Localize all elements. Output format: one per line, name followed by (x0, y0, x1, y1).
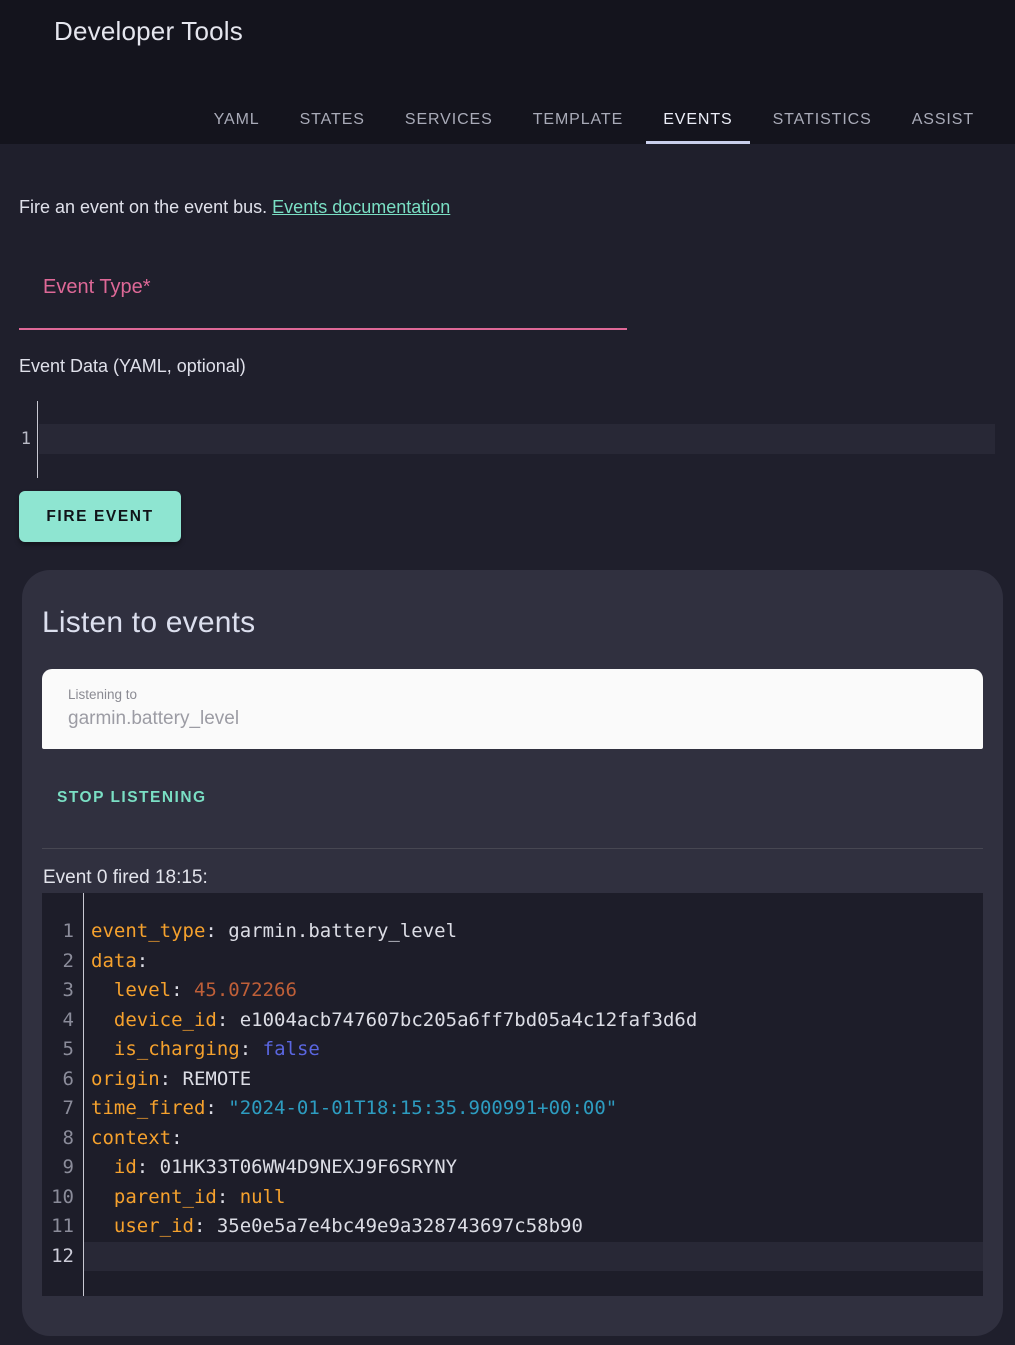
event-type-field[interactable]: Event Type* (19, 256, 627, 330)
code-line: 11 user_id: 35e0e5a7e4bc49e9a328743697c5… (42, 1212, 983, 1242)
code-text: time_fired: "2024-01-01T18:15:35.900991+… (84, 1094, 983, 1124)
code-line: 7 time_fired: "2024-01-01T18:15:35.900991… (42, 1094, 983, 1124)
fire-event-button[interactable]: FIRE EVENT (19, 491, 181, 542)
listening-to-value: garmin.battery_level (68, 708, 239, 730)
code-text: data: (84, 947, 983, 977)
code-line: 3 level: 45.072266 (42, 976, 983, 1006)
line-number: 4 (42, 1006, 74, 1036)
code-text: event_type: garmin.battery_level (84, 917, 983, 947)
tab-events[interactable]: EVENTS (646, 96, 749, 144)
code-line: 4 device_id: e1004acb747607bc205a6ff7bd0… (42, 1006, 983, 1036)
tab-template[interactable]: TEMPLATE (516, 96, 640, 144)
line-number: 1 (42, 917, 74, 947)
line-number: 12 (42, 1242, 74, 1272)
editor-active-line[interactable] (39, 424, 995, 454)
editor-line-number: 1 (21, 424, 31, 454)
code-line: 5 is_charging: false (42, 1035, 983, 1065)
tab-states[interactable]: STATES (283, 96, 382, 144)
code-line: 2 data: (42, 947, 983, 977)
tab-bar: YAMLSTATESSERVICESTEMPLATEEVENTSSTATISTI… (197, 96, 991, 144)
stop-listening-button[interactable]: STOP LISTENING (45, 783, 219, 813)
line-number: 5 (42, 1035, 74, 1065)
tab-statistics[interactable]: STATISTICS (756, 96, 889, 144)
line-number: 6 (42, 1065, 74, 1095)
page-title: Developer Tools (54, 16, 243, 47)
events-tab-panel: Fire an event on the event bus. Events d… (0, 196, 1015, 1336)
code-text: parent_id: null (84, 1183, 983, 1213)
line-number: 11 (42, 1212, 74, 1242)
code-text: context: (84, 1124, 983, 1154)
listening-to-label: Listening to (68, 687, 137, 702)
event-type-label: Event Type* (43, 276, 150, 299)
card-divider (42, 848, 983, 849)
event-data-label: Event Data (YAML, optional) (19, 356, 996, 377)
tab-assist[interactable]: ASSIST (895, 96, 991, 144)
line-number: 2 (42, 947, 74, 977)
line-number: 9 (42, 1153, 74, 1183)
event-code-block[interactable]: 1event_type: garmin.battery_level2data:3… (42, 893, 983, 1296)
line-number: 7 (42, 1094, 74, 1124)
code-line: 1 event_type: garmin.battery_level (42, 917, 983, 947)
code-text (84, 1242, 983, 1272)
code-text: user_id: 35e0e5a7e4bc49e9a328743697c58b9… (84, 1212, 983, 1242)
code-text: level: 45.072266 (84, 976, 983, 1006)
listen-to-events-card: Listen to events Listening to garmin.bat… (22, 570, 1003, 1336)
code-line: 8 context: (42, 1124, 983, 1154)
code-text: origin: REMOTE (84, 1065, 983, 1095)
tab-services[interactable]: SERVICES (388, 96, 510, 144)
listening-to-field[interactable]: Listening to garmin.battery_level (42, 669, 983, 749)
event-fired-header: Event 0 fired 18:15: (43, 867, 983, 889)
code-line: 12 (42, 1242, 983, 1272)
intro-sentence: Fire an event on the event bus. (19, 197, 272, 217)
tab-yaml[interactable]: YAML (197, 96, 277, 144)
line-number: 3 (42, 976, 74, 1006)
code-line: 10 parent_id: null (42, 1183, 983, 1213)
editor-gutter: 1 (0, 401, 38, 478)
code-text: is_charging: false (84, 1035, 983, 1065)
events-documentation-link[interactable]: Events documentation (272, 197, 450, 217)
line-number: 8 (42, 1124, 74, 1154)
line-number: 10 (42, 1183, 74, 1213)
code-line: 9 id: 01HK33T06WW4D9NEXJ9F6SRYNY (42, 1153, 983, 1183)
intro-text: Fire an event on the event bus. Events d… (19, 196, 996, 218)
code-text: id: 01HK33T06WW4D9NEXJ9F6SRYNY (84, 1153, 983, 1183)
code-line: 6 origin: REMOTE (42, 1065, 983, 1095)
event-data-editor[interactable]: 1 (0, 401, 1005, 478)
listen-card-title: Listen to events (42, 606, 983, 640)
app-header: Developer Tools YAMLSTATESSERVICESTEMPLA… (0, 0, 1015, 144)
code-text: device_id: e1004acb747607bc205a6ff7bd05a… (84, 1006, 983, 1036)
